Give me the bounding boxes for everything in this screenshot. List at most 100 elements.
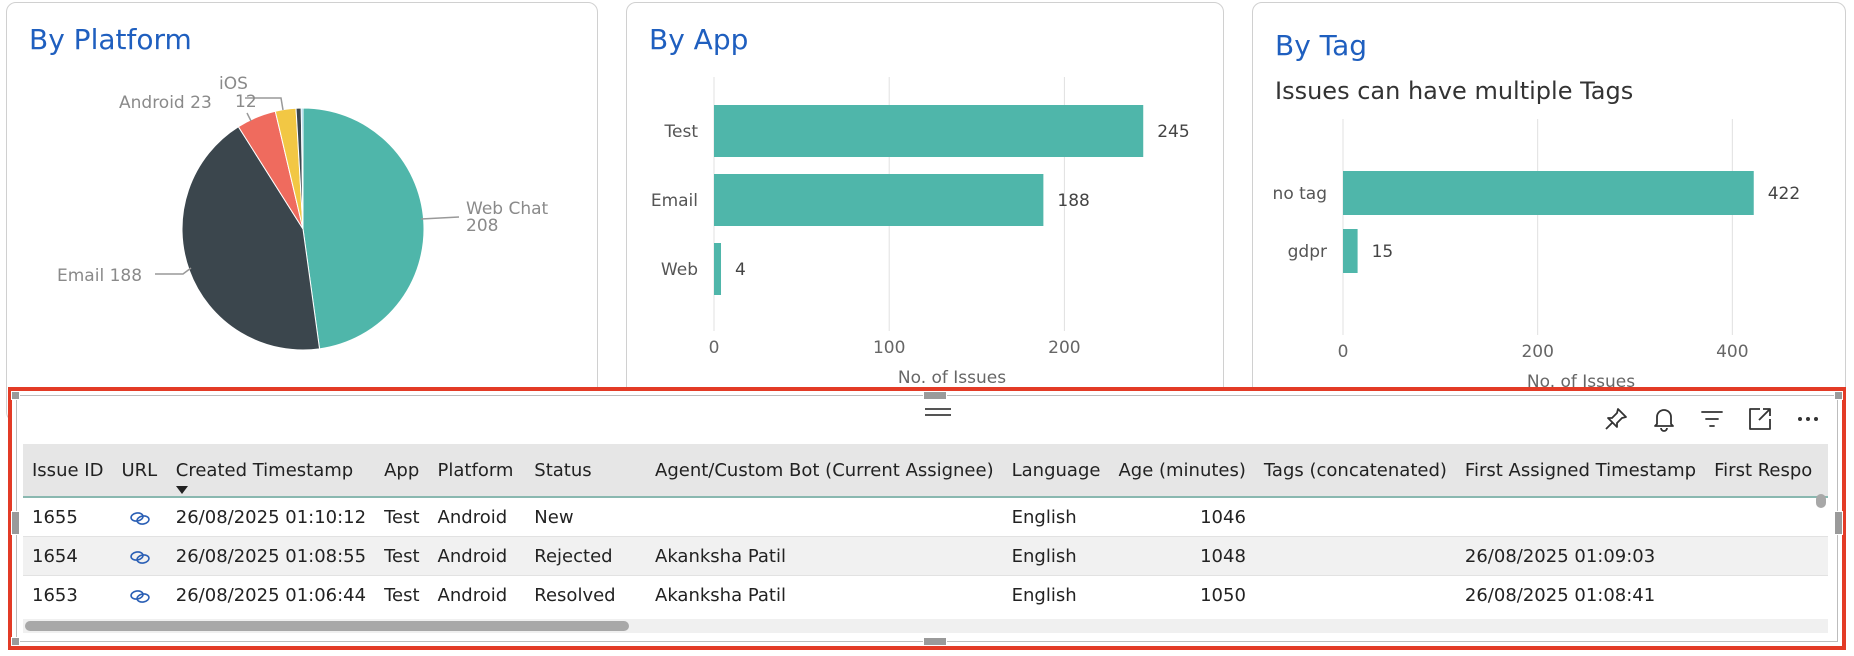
tag-bar[interactable] xyxy=(1343,229,1358,273)
webchat-leader-line xyxy=(420,216,460,220)
cell-platform: Android xyxy=(428,497,526,537)
link-icon[interactable] xyxy=(129,511,151,525)
cell-issue-id: 1654 xyxy=(23,536,113,576)
column-header-age[interactable]: Age (minutes) xyxy=(1109,444,1255,498)
cell-age: 1046 xyxy=(1109,497,1255,537)
cell-app: Test xyxy=(375,536,429,576)
table-header-row: Issue ID URL Created Timestamp App Platf… xyxy=(23,444,1828,498)
tag-bar[interactable] xyxy=(1343,171,1754,215)
column-header-app[interactable]: App xyxy=(375,444,429,498)
app-tick-label: 200 xyxy=(1048,338,1080,358)
android-leader-line xyxy=(246,112,252,122)
table-row[interactable]: 1653 26/08/2025 01:06:44 Test Android Re… xyxy=(23,575,1828,614)
dashboard: By Platform iOS 12 Android 23 Web Chat 2… xyxy=(0,0,1854,656)
tag-data-label: 15 xyxy=(1372,242,1394,262)
platform-pie-chart[interactable]: iOS 12 Android 23 Web Chat 208 Email 188 xyxy=(7,3,599,403)
focus-mode-icon[interactable] xyxy=(1745,404,1775,434)
column-header-status[interactable]: Status xyxy=(525,444,647,498)
vertical-scrollbar-thumb[interactable] xyxy=(1816,494,1826,508)
table-row[interactable]: 1654 26/08/2025 01:08:55 Test Android Re… xyxy=(23,536,1828,576)
visual-header-toolbar xyxy=(1601,404,1823,434)
app-data-label: 188 xyxy=(1057,191,1089,211)
cell-status: Rejected xyxy=(525,536,647,576)
resize-handle-top-right[interactable] xyxy=(1834,391,1843,400)
drag-grip-icon[interactable] xyxy=(925,408,951,420)
cell-agent: Akanksha Patil xyxy=(646,575,1003,614)
app-bar[interactable] xyxy=(714,174,1044,226)
pie-label-android: Android 23 xyxy=(119,93,212,113)
resize-handle-bottom-left[interactable] xyxy=(11,637,20,646)
pie-label-webchat-value: 208 xyxy=(466,216,498,236)
cell-age: 1048 xyxy=(1109,536,1255,576)
issues-table-container[interactable]: Issue ID URL Created Timestamp App Platf… xyxy=(11,391,1843,646)
cell-url xyxy=(112,536,167,576)
cell-created: 26/08/2025 01:08:55 xyxy=(166,536,376,576)
bell-icon[interactable] xyxy=(1649,404,1679,434)
column-header-platform[interactable]: Platform xyxy=(428,444,526,498)
cell-issue-id: 1655 xyxy=(23,497,113,537)
cell-created: 26/08/2025 01:06:44 xyxy=(166,575,376,614)
cell-first-assigned xyxy=(1455,497,1706,537)
horizontal-scrollbar[interactable] xyxy=(23,619,1828,633)
table-row[interactable]: 1655 26/08/2025 01:10:12 Test Android Ne… xyxy=(23,497,1828,537)
cell-app: Test xyxy=(375,575,429,614)
cell-first-assigned: 26/08/2025 01:08:41 xyxy=(1455,575,1706,614)
column-header-language[interactable]: Language xyxy=(1002,444,1110,498)
app-category-label: Email xyxy=(651,191,698,211)
pin-icon[interactable] xyxy=(1601,404,1631,434)
resize-handle-top[interactable] xyxy=(923,391,947,400)
pie-label-email: Email 188 xyxy=(57,266,142,286)
column-header-url[interactable]: URL xyxy=(112,444,167,498)
cell-tags xyxy=(1254,575,1456,614)
cell-tags xyxy=(1254,497,1456,537)
tag-tick-label: 400 xyxy=(1716,342,1748,362)
resize-handle-right[interactable] xyxy=(1834,511,1843,535)
column-header-first-assigned[interactable]: First Assigned Timestamp xyxy=(1455,444,1706,498)
tag-data-label: 422 xyxy=(1768,184,1800,204)
cell-first-response xyxy=(1705,575,1828,614)
cell-agent: Akanksha Patil xyxy=(646,536,1003,576)
column-header-created-timestamp[interactable]: Created Timestamp xyxy=(166,444,376,498)
filter-icon[interactable] xyxy=(1697,404,1727,434)
link-icon[interactable] xyxy=(129,589,151,603)
column-header-tags[interactable]: Tags (concatenated) xyxy=(1254,444,1456,498)
cell-first-response xyxy=(1705,536,1828,576)
more-options-icon[interactable] xyxy=(1793,404,1823,434)
pie-label-ios-value: 12 xyxy=(235,92,257,112)
issues-table-grid[interactable]: Issue ID URL Created Timestamp App Platf… xyxy=(23,444,1828,614)
resize-handle-top-left[interactable] xyxy=(11,391,20,400)
issues-table: Issue ID URL Created Timestamp App Platf… xyxy=(23,444,1828,614)
pie-label-ios: iOS xyxy=(219,74,248,94)
tag-tick-label: 200 xyxy=(1521,342,1553,362)
tag-category-label: no tag xyxy=(1273,184,1327,204)
cell-language: English xyxy=(1002,497,1110,537)
column-header-agent[interactable]: Agent/Custom Bot (Current Assignee) xyxy=(646,444,1003,498)
tag-bar-chart[interactable]: No. of Issues 0 200 400no tag 422gdpr 15 xyxy=(1253,3,1847,403)
column-header-issue-id[interactable]: Issue ID xyxy=(23,444,113,498)
horizontal-scrollbar-thumb[interactable] xyxy=(25,621,629,631)
app-data-label: 245 xyxy=(1157,122,1189,142)
issues-table-visual[interactable]: Issue ID URL Created Timestamp App Platf… xyxy=(8,387,1846,650)
resize-handle-bottom[interactable] xyxy=(923,637,947,646)
column-header-created-timestamp-label: Created Timestamp xyxy=(175,459,354,481)
link-icon[interactable] xyxy=(129,550,151,564)
resize-handle-left[interactable] xyxy=(11,511,20,535)
cell-app: Test xyxy=(375,497,429,537)
column-header-first-response[interactable]: First Respo xyxy=(1705,444,1828,498)
cell-url xyxy=(112,497,167,537)
cell-platform: Android xyxy=(428,575,526,614)
cell-age: 1050 xyxy=(1109,575,1255,614)
tag-card[interactable]: By Tag Issues can have multiple Tags No.… xyxy=(1252,2,1846,422)
app-bar[interactable] xyxy=(714,243,722,295)
app-bar[interactable] xyxy=(714,105,1144,157)
tag-tick-label: 0 xyxy=(1338,342,1349,362)
platform-card[interactable]: By Platform iOS 12 Android 23 Web Chat 2… xyxy=(6,2,598,422)
pie-slice-web-chat[interactable] xyxy=(302,107,425,350)
cell-issue-id: 1653 xyxy=(23,575,113,614)
cell-language: English xyxy=(1002,575,1110,614)
cell-agent xyxy=(646,497,1003,537)
app-card[interactable]: By App No. of Issues 0 100 200 Test 245 Email… xyxy=(626,2,1224,422)
app-bar-chart[interactable]: No. of Issues 0 100 200 Test 245 Email 188 Web 4 xyxy=(627,3,1225,403)
app-tick-label: 100 xyxy=(873,338,905,358)
app-category-label: Web xyxy=(661,260,698,280)
